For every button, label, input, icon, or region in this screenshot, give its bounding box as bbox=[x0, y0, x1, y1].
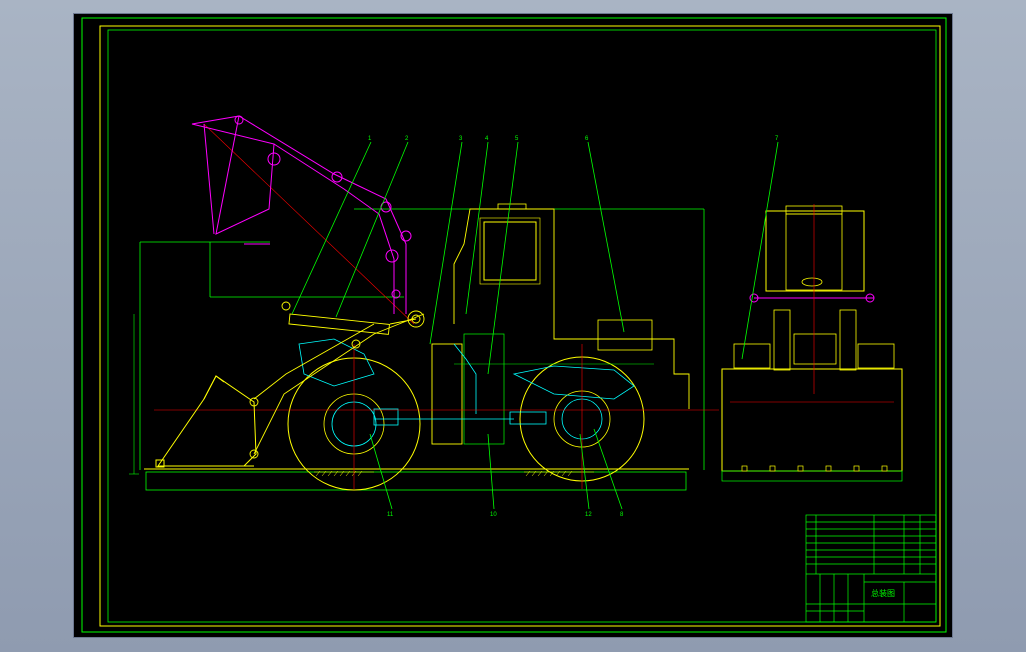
outer-frame bbox=[81, 17, 947, 633]
part-number-5: 5 bbox=[515, 136, 519, 142]
drawing-sheet: 1 2 3 4 5 6 7 11 10 12 8 总装图 bbox=[74, 14, 952, 637]
part-number-10: 10 bbox=[490, 512, 497, 518]
part-number-11: 11 bbox=[387, 512, 394, 518]
part-number-1: 1 bbox=[368, 136, 372, 142]
part-number-8: 8 bbox=[620, 512, 624, 518]
part-number-2: 2 bbox=[405, 136, 409, 142]
title-block bbox=[805, 514, 937, 623]
part-number-3: 3 bbox=[459, 136, 463, 142]
part-number-6: 6 bbox=[585, 136, 589, 142]
border-line bbox=[107, 29, 937, 623]
drawing-title: 总装图 bbox=[871, 588, 895, 598]
part-number-12: 12 bbox=[585, 512, 592, 518]
part-number-7: 7 bbox=[775, 136, 779, 142]
loader-assembly-drawing: 1 2 3 4 5 6 7 11 10 12 8 总装图 bbox=[81, 17, 947, 633]
part-number-4: 4 bbox=[485, 136, 489, 142]
part-number-labels: 1 2 3 4 5 6 7 11 10 12 8 bbox=[368, 136, 779, 518]
side-view bbox=[129, 115, 719, 491]
front-view bbox=[721, 204, 903, 482]
leader-lines bbox=[291, 141, 779, 510]
